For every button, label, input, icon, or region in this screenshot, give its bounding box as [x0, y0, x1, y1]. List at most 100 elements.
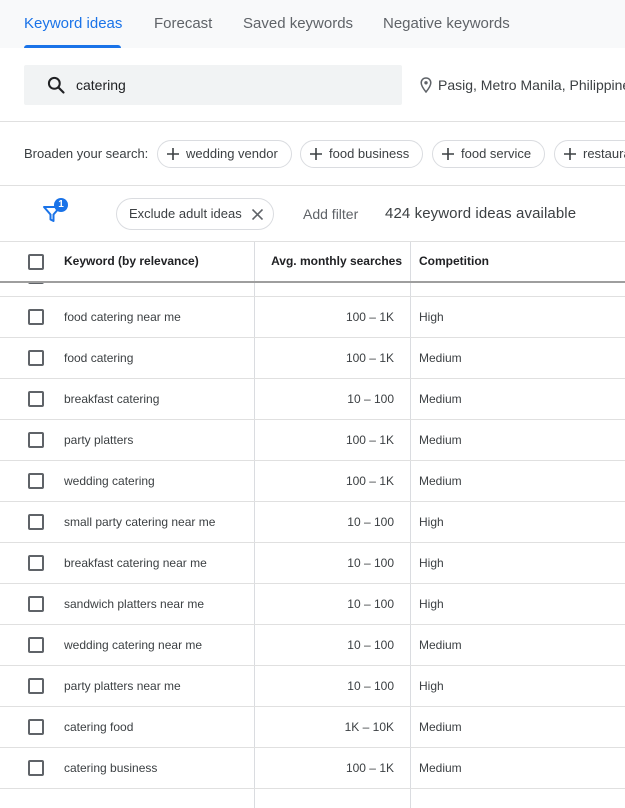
plus-icon	[442, 148, 454, 160]
keyword-cell: party platters near me	[64, 679, 181, 693]
competition-cell: High	[419, 597, 444, 611]
row-checkbox[interactable]	[28, 350, 44, 366]
keyword-table: Keyword (by relevance) Avg. monthly sear…	[0, 242, 625, 808]
location-label: Pasig, Metro Manila, Philippines	[438, 77, 625, 93]
keyword-cell: food catering near me	[64, 310, 181, 324]
exclude-chip-label: Exclude adult ideas	[129, 206, 242, 221]
tab-forecast[interactable]: Forecast	[154, 0, 212, 48]
chip-label: wedding vendor	[186, 146, 278, 161]
row-checkbox[interactable]	[28, 760, 44, 776]
add-filter-button[interactable]: Add filter	[303, 186, 358, 242]
table-row[interactable]: food catering near me 100 – 1K High	[0, 297, 625, 338]
plus-icon	[167, 148, 179, 160]
column-header-avg-monthly-searches[interactable]: Avg. monthly searches	[256, 242, 402, 281]
broaden-chip-wedding-vendor[interactable]: wedding vendor	[157, 140, 292, 168]
avg-monthly-searches-cell: 100 – 1K	[345, 433, 394, 447]
keyword-cell: breakfast catering	[64, 392, 160, 406]
broaden-chip-food-service[interactable]: food service	[432, 140, 546, 168]
keyword-cell: wedding catering	[64, 474, 155, 488]
row-checkbox[interactable]	[28, 637, 44, 653]
keyword-cell: sandwich platters near me	[64, 597, 205, 611]
avg-monthly-searches-cell: 100 – 1K	[345, 474, 394, 488]
keyword-cell: wedding catering near me	[64, 638, 203, 652]
table-row[interactable]: wedding catering near me 10 – 100 Medium	[0, 625, 625, 666]
table-row[interactable]: party platters 100 – 1K Medium	[0, 420, 625, 461]
avg-monthly-searches-cell: 100 – 1K	[345, 310, 394, 324]
table-row[interactable]: small party catering near me 10 – 100 High	[0, 502, 625, 543]
broaden-search-row: Broaden your search: wedding vendor food…	[0, 122, 625, 186]
exclude-adult-ideas-chip[interactable]: Exclude adult ideas	[116, 198, 274, 230]
keyword-cell: party platters	[64, 433, 134, 447]
avg-monthly-searches-cell: 10 – 100	[347, 679, 394, 693]
table-row[interactable]: breakfast catering near me 10 – 100 High	[0, 543, 625, 584]
competition-cell: Medium	[419, 638, 462, 652]
keyword-cell: food catering	[64, 351, 134, 365]
row-checkbox[interactable]	[28, 514, 44, 530]
broaden-chip-restaurant[interactable]: restaurant	[554, 140, 625, 168]
row-checkbox[interactable]	[28, 678, 44, 694]
row-checkbox[interactable]	[28, 432, 44, 448]
tab-negative-keywords[interactable]: Negative keywords	[383, 0, 510, 48]
row-checkbox[interactable]	[28, 473, 44, 489]
keyword-cell: small party catering near me	[64, 515, 216, 529]
keyword-cell: catering food	[64, 720, 134, 734]
table-row[interactable]: catering food 1K – 10K Medium	[0, 707, 625, 748]
filter-button[interactable]: 1	[42, 198, 72, 228]
column-divider	[410, 242, 411, 281]
filter-count-badge: 1	[54, 198, 68, 212]
row-checkbox[interactable]	[28, 719, 44, 735]
search-box[interactable]	[24, 65, 402, 105]
avg-monthly-searches-cell: 100 – 1K	[345, 761, 394, 775]
close-icon[interactable]	[252, 209, 263, 220]
avg-monthly-searches-cell: 100 – 1K	[345, 351, 394, 365]
avg-monthly-searches-cell: 1K – 10K	[344, 720, 394, 734]
table-row[interactable]: wedding catering 100 – 1K Medium	[0, 461, 625, 502]
table-row[interactable]: breakfast catering 10 – 100 Medium	[0, 379, 625, 420]
location-pin-icon	[420, 77, 432, 93]
competition-cell: High	[419, 556, 444, 570]
competition-cell: High	[419, 515, 444, 529]
broaden-chip-food-business[interactable]: food business	[300, 140, 424, 168]
competition-cell: Medium	[419, 474, 462, 488]
tab-saved-keywords[interactable]: Saved keywords	[243, 0, 353, 48]
row-checkbox[interactable]	[28, 596, 44, 612]
table-row[interactable]: catering business 100 – 1K Medium	[0, 748, 625, 789]
avg-monthly-searches-cell: 10 – 100	[347, 597, 394, 611]
competition-cell: Medium	[419, 720, 462, 734]
table-header: Keyword (by relevance) Avg. monthly sear…	[0, 242, 625, 283]
keyword-cell: catering business	[64, 761, 158, 775]
competition-cell: Medium	[419, 392, 462, 406]
avg-monthly-searches-cell: 10 – 100	[347, 392, 394, 406]
competition-cell: Medium	[419, 351, 462, 365]
tab-keyword-ideas[interactable]: Keyword ideas	[24, 0, 122, 48]
chip-label: food service	[461, 146, 532, 161]
competition-cell: High	[419, 310, 444, 324]
row-checkbox[interactable]	[28, 555, 44, 571]
column-divider	[254, 242, 255, 281]
tab-bar: Keyword ideas Forecast Saved keywords Ne…	[0, 0, 625, 48]
competition-cell: Medium	[419, 761, 462, 775]
row-checkbox[interactable]	[28, 309, 44, 325]
avg-monthly-searches-cell: 10 – 100	[347, 515, 394, 529]
avg-monthly-searches-cell: 10 – 100	[347, 638, 394, 652]
row-checkbox[interactable]	[28, 391, 44, 407]
table-row[interactable]: food catering 100 – 1K Medium	[0, 338, 625, 379]
column-header-competition[interactable]: Competition	[419, 242, 489, 281]
table-row[interactable]: sandwich platters near me 10 – 100 High	[0, 584, 625, 625]
chip-label: food business	[329, 146, 410, 161]
chip-label: restaurant	[583, 146, 625, 161]
filter-row: 1 Exclude adult ideas Add filter 424 key…	[0, 186, 625, 242]
competition-cell: Medium	[419, 433, 462, 447]
keyword-cell: breakfast catering near me	[64, 556, 207, 570]
broaden-search-label: Broaden your search:	[24, 146, 149, 161]
table-row[interactable]: party platters near me 10 – 100 High	[0, 666, 625, 707]
select-all-checkbox[interactable]	[28, 254, 44, 270]
plus-icon	[564, 148, 576, 160]
column-header-keyword[interactable]: Keyword (by relevance)	[64, 242, 199, 281]
search-bar-row: Pasig, Metro Manila, Philippines	[0, 48, 625, 122]
plus-icon	[310, 148, 322, 160]
competition-cell: High	[419, 679, 444, 693]
avg-monthly-searches-cell: 10 – 100	[347, 556, 394, 570]
search-icon	[47, 76, 65, 94]
search-input[interactable]	[76, 65, 386, 105]
